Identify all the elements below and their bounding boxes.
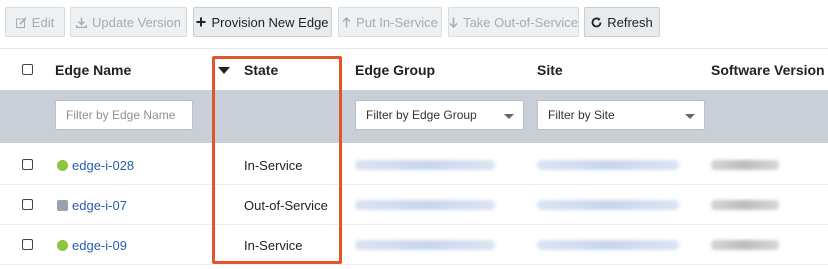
state-cell: Out-of-Service [244,185,328,225]
provision-new-edge-label: Provision New Edge [211,14,329,30]
filter-row: Filter by Edge Name Filter by Edge Group… [0,90,828,143]
arrow-down-icon [449,17,458,28]
site-filter-label: Filter by Site [548,108,615,122]
column-header-edge-group[interactable]: Edge Group [355,49,435,91]
plus-icon [196,17,206,27]
offline-status-icon [57,199,68,211]
arrow-up-icon [342,16,351,28]
site-filter-select[interactable]: Filter by Site [537,100,705,130]
edit-button-label: Edit [31,14,55,30]
edge-name-filter-input[interactable]: Filter by Edge Name [55,100,193,130]
column-header-edge-name[interactable]: Edge Name [55,49,131,91]
edge-group-filter-select[interactable]: Filter by Edge Group [355,100,524,130]
update-version-label: Update Version [92,14,181,30]
refresh-label: Refresh [607,14,653,30]
edge-group-filter-label: Filter by Edge Group [366,108,477,122]
column-header-state-label: State [244,62,279,78]
software-version-cell-redacted [711,200,779,210]
put-in-service-label: Put In-Service [356,14,438,30]
software-version-cell-redacted [711,160,779,170]
take-out-of-service-label: Take Out-of-Service [463,14,578,30]
edge-group-cell-redacted [355,240,495,250]
row-checkbox[interactable] [22,239,33,250]
column-header-software-version-label: Software Version [711,62,825,78]
column-header-site[interactable]: Site [537,49,563,91]
put-in-service-button[interactable]: Put In-Service [338,7,442,37]
software-version-cell-redacted [711,240,779,250]
select-all-checkbox[interactable] [22,64,33,75]
state-value: In-Service [244,237,303,253]
state-value: In-Service [244,157,303,173]
site-cell-redacted [537,200,679,210]
edit-button[interactable]: Edit [5,7,65,37]
column-header-edge-name-label: Edge Name [55,62,132,78]
download-icon [76,17,88,28]
site-cell-redacted [537,160,679,170]
row-checkbox[interactable] [22,199,33,210]
state-cell: In-Service [244,225,303,265]
edit-icon [15,16,27,28]
refresh-icon [591,17,602,28]
provision-new-edge-button[interactable]: Provision New Edge [193,7,332,37]
edge-name-link[interactable]: edge-i-07 [72,198,127,213]
row-checkbox[interactable] [22,159,33,170]
column-header-site-label: Site [537,62,563,78]
site-cell-redacted [537,240,679,250]
edge-name-cell[interactable]: edge-i-028 [57,145,134,185]
chevron-down-icon [504,114,514,119]
edge-name-filter-placeholder: Filter by Edge Name [66,108,176,122]
edge-name-link[interactable]: edge-i-09 [72,238,127,253]
online-status-icon [57,159,68,171]
edge-group-cell-redacted [355,200,495,210]
update-version-button[interactable]: Update Version [70,7,187,37]
take-out-of-service-button[interactable]: Take Out-of-Service [448,7,579,37]
table-header: Edge Name State Edge Group Site Software… [0,48,828,90]
state-cell: In-Service [244,145,303,185]
column-header-state[interactable]: State [218,49,278,91]
sort-descending-icon[interactable] [218,66,230,74]
chevron-down-icon [685,114,695,119]
column-header-edge-group-label: Edge Group [355,62,436,78]
edge-name-cell[interactable]: edge-i-07 [57,185,127,225]
table-row[interactable]: edge-i-028 In-Service [0,145,828,185]
edge-name-link[interactable]: edge-i-028 [72,158,134,173]
refresh-button[interactable]: Refresh [584,7,660,37]
toolbar: Edit Update Version Provision New Edge P… [0,0,828,48]
edge-group-cell-redacted [355,160,495,170]
column-header-software-version[interactable]: Software Version [711,49,825,91]
edge-name-cell[interactable]: edge-i-09 [57,225,127,265]
table-row[interactable]: edge-i-07 Out-of-Service [0,185,828,225]
online-status-icon [57,239,68,251]
state-value: Out-of-Service [244,197,328,213]
table-row[interactable]: edge-i-09 In-Service [0,225,828,265]
